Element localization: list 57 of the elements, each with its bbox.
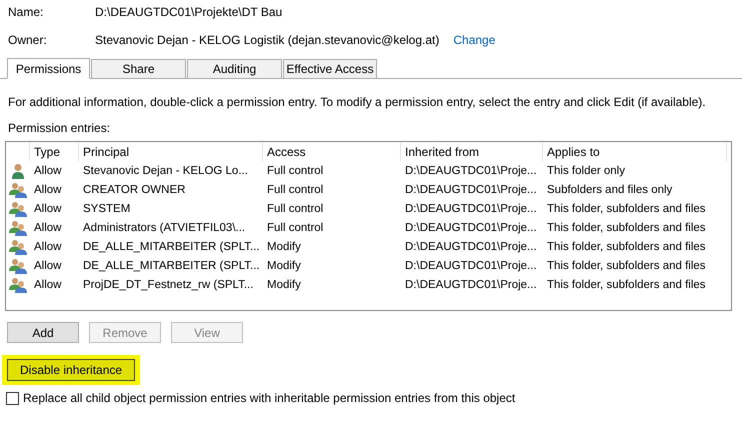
table-cell: D:\DEAUGTDC01\Proje...	[405, 202, 537, 214]
users-icon	[9, 220, 27, 236]
table-cell: CREATOR OWNER	[83, 184, 186, 196]
table-cell: Allow	[34, 164, 62, 176]
table-cell: Allow	[34, 202, 62, 214]
table-cell: D:\DEAUGTDC01\Proje...	[405, 222, 537, 234]
action-button[interactable]: Add	[7, 322, 79, 343]
table-cell: ProjDE_DT_Festnetz_rw (SPLT...	[83, 278, 254, 290]
table-cell: SYSTEM	[83, 202, 130, 214]
tab[interactable]: Share	[91, 59, 186, 78]
table-cell: Allow	[34, 278, 62, 290]
tab[interactable]: Auditing	[187, 59, 282, 78]
users-icon	[9, 238, 27, 254]
table-cell: D:\DEAUGTDC01\Proje...	[405, 240, 537, 252]
users-icon	[9, 200, 27, 216]
table-cell: Allow	[34, 184, 62, 196]
name-value: D:\DEAUGTDC01\Projekte\DT Bau	[95, 5, 282, 19]
table-cell: Allow	[34, 240, 62, 252]
info-text: For additional information, double-click a permission entry. To modify a permission entry, select the entry and click Edit (if available).	[7, 95, 707, 109]
table-cell: Administrators (ATVIETFIL03\...	[83, 222, 246, 234]
tab[interactable]: Permissions	[7, 58, 90, 79]
owner-value: Stevanovic Dejan - KELOG Logistik (dejan.stevanovic@kelog.at)	[95, 33, 440, 47]
change-link[interactable]: Change	[453, 33, 496, 47]
table-cell: Full control	[267, 184, 324, 196]
table-cell: This folder, subfolders and files	[547, 202, 706, 214]
table-cell: This folder only	[547, 164, 625, 176]
table-cell: This folder, subfolders and files	[547, 222, 706, 234]
field-label: Name:	[8, 5, 44, 19]
table-cell: Allow	[34, 260, 62, 272]
section-label: Permission entries:	[7, 121, 112, 135]
table-cell: Full control	[267, 222, 324, 234]
tab[interactable]: Effective Access	[283, 59, 377, 78]
table-cell: DE_ALLE_MITARBEITER (SPLT...	[83, 240, 260, 252]
disable-inheritance-button[interactable]: Disable inheritance	[7, 359, 136, 381]
table-cell: Modify	[267, 278, 301, 290]
table-cell: This folder, subfolders and files	[547, 260, 706, 272]
users-icon	[9, 258, 27, 274]
table-cell: DE_ALLE_MITARBEITER (SPLT...	[83, 260, 260, 272]
users-icon	[9, 276, 27, 292]
table-cell: This folder, subfolders and files	[547, 240, 706, 252]
table-cell: This folder, subfolders and files	[547, 278, 706, 290]
table-cell: Modify	[267, 240, 301, 252]
table-cell: Full control	[267, 202, 324, 214]
user-icon	[11, 162, 25, 178]
table-cell: D:\DEAUGTDC01\Proje...	[405, 164, 537, 176]
table-cell: Modify	[267, 260, 301, 272]
checkbox-label: Replace all child object permission entries with inheritable permission entries from this object	[23, 391, 516, 405]
table-cell: D:\DEAUGTDC01\Proje...	[405, 278, 537, 290]
checkbox[interactable]	[6, 392, 19, 404]
users-icon	[9, 182, 27, 198]
table-cell: Subfolders and files only	[547, 184, 672, 196]
table-cell: D:\DEAUGTDC01\Proje...	[405, 260, 537, 272]
table-cell: Allow	[34, 222, 62, 234]
table-cell: Stevanovic Dejan - KELOG Lo...	[83, 164, 248, 176]
field-label: Owner:	[8, 33, 48, 47]
table-cell: D:\DEAUGTDC01\Proje...	[405, 184, 537, 196]
table-cell: Full control	[267, 164, 324, 176]
